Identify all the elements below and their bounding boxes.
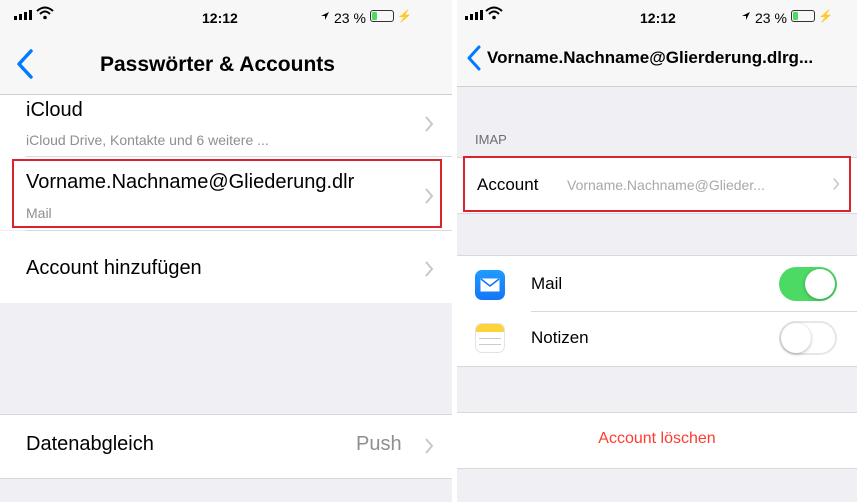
chevron-left-icon[interactable] [16, 49, 34, 79]
section-header: IMAP [475, 132, 507, 147]
charging-bolt-icon: ⚡ [397, 9, 412, 23]
cellular-signal-icon [14, 10, 32, 20]
add-account-label: Account hinzufügen [26, 257, 202, 279]
divider [531, 311, 857, 312]
chevron-right-icon [425, 438, 434, 454]
navigation-bar: Vorname.Nachname@Glierderung.dlrg... [457, 34, 857, 87]
icloud-sublabel: iCloud Drive, Kontakte und 6 weitere ... [26, 132, 269, 148]
wifi-icon [485, 6, 503, 20]
battery-percent: 23 % [334, 10, 366, 26]
status-bar: 12:12 23 % ⚡ [457, 0, 857, 34]
right-screen: 12:12 23 % ⚡ Vorname.Nachname@Glierderun… [457, 0, 857, 502]
navigation-bar: Passwörter & Accounts [0, 34, 452, 95]
delete-account-row[interactable]: Account löschen [457, 412, 857, 469]
location-arrow-icon [321, 12, 329, 20]
mail-toggle[interactable] [779, 267, 837, 301]
chevron-right-icon [425, 116, 434, 132]
mail-label: Mail [531, 274, 563, 293]
list-item-icloud[interactable]: iCloud iCloud Drive, Kontakte und 6 weit… [0, 95, 452, 157]
status-bar: 12:12 23 % ⚡ [0, 0, 452, 34]
charging-bolt-icon: ⚡ [818, 9, 833, 23]
battery-percent: 23 % [755, 10, 787, 26]
fetch-label: Datenabgleich [26, 433, 154, 455]
notes-label: Notizen [531, 328, 589, 347]
delete-account-button[interactable]: Account löschen [457, 430, 857, 448]
chevron-left-icon[interactable] [467, 45, 481, 71]
left-screen: 12:12 23 % ⚡ Passwörter & Accounts iClou… [0, 0, 452, 502]
status-time: 12:12 [640, 10, 676, 26]
status-time: 12:12 [202, 10, 238, 26]
page-title: Vorname.Nachname@Glierderung.dlrg... [487, 48, 814, 67]
list-item-add-account[interactable]: Account hinzufügen [0, 231, 452, 303]
icloud-label: iCloud [26, 99, 83, 121]
wifi-icon [36, 6, 54, 20]
page-title: Passwörter & Accounts [100, 53, 335, 76]
list-item-fetch[interactable]: Datenabgleich Push [0, 414, 452, 479]
notes-toggle[interactable] [779, 321, 837, 355]
chevron-right-icon [425, 261, 434, 277]
notes-app-icon [475, 323, 505, 353]
highlight-box [12, 159, 442, 228]
battery-icon [370, 10, 394, 22]
fetch-value: Push [356, 433, 402, 455]
cellular-signal-icon [465, 10, 483, 20]
mail-app-icon [475, 270, 505, 300]
app-toggle-group: Mail Notizen [457, 255, 857, 367]
battery-icon [791, 10, 815, 22]
location-arrow-icon [742, 12, 750, 20]
highlight-box [463, 156, 851, 212]
